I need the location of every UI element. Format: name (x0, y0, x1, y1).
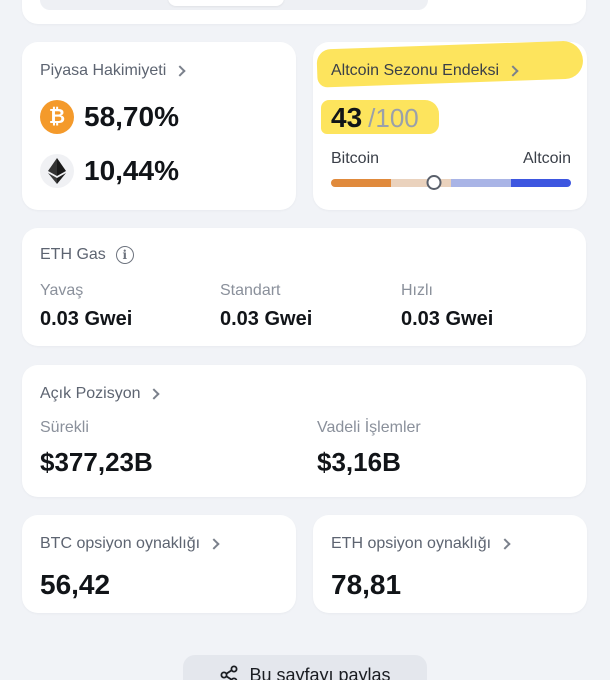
market-dominance-label: Piyasa Hakimiyeti (40, 62, 167, 79)
oi-perpetual-label: Sürekli (40, 419, 89, 436)
eth-gas-title: ETH Gas i (40, 246, 134, 264)
gauge-segment-2 (391, 179, 451, 187)
ethereum-icon (40, 154, 74, 188)
eth-gas-label: ETH Gas (40, 246, 106, 263)
score-max: /100 (368, 103, 419, 133)
btc-vol-value: 56,42 (40, 569, 111, 600)
oi-perpetual: Sürekli $377,23B (40, 419, 153, 478)
gas-standard-value: 0.03 Gwei (220, 308, 313, 330)
market-dominance-title[interactable]: Piyasa Hakimiyeti (40, 62, 186, 80)
altcoin-season-title[interactable]: Altcoin Sezonu Endeksi (331, 62, 519, 80)
eth-vol-title[interactable]: ETH opsiyon oynaklığı (331, 535, 511, 553)
gauge-indicator (426, 175, 442, 190)
info-icon[interactable]: i (115, 246, 134, 264)
gas-standard: Standart 0.03 Gwei (220, 282, 312, 331)
eth-dominance-value: 10,44% (84, 155, 179, 186)
oi-futures-value: $3,16B (317, 447, 401, 477)
segmented-control-active[interactable] (168, 0, 284, 6)
altcoin-season-label: Altcoin Sezonu Endeksi (331, 62, 500, 79)
open-interest-title[interactable]: Açık Pozisyon (40, 385, 161, 403)
btc-vol-title[interactable]: BTC opsiyon oynaklığı (40, 535, 220, 553)
gas-slow: Yavaş 0.03 Gwei (40, 282, 132, 331)
eth-vol-value: 78,81 (331, 569, 402, 600)
chevron-right-icon (499, 538, 511, 550)
altcoin-season-score: 43 /100 (331, 102, 419, 134)
altcoin-season-card[interactable]: Altcoin Sezonu Endeksi 43 /100 Bitcoin A… (313, 40, 587, 210)
gauge-segment-3 (451, 179, 511, 187)
chevron-right-icon (208, 538, 220, 550)
gas-standard-label: Standart (220, 282, 281, 299)
share-icon (220, 665, 238, 680)
gauge-segment-1 (331, 179, 391, 187)
btc-vol-label: BTC opsiyon oynaklığı (40, 535, 201, 552)
chevron-right-icon (507, 65, 519, 77)
share-page-button[interactable]: Bu sayfayı paylaş (183, 655, 427, 680)
market-dominance-card[interactable]: Piyasa Hakimiyeti ₿ 58,70% 10,44% (22, 42, 296, 210)
eth-options-volatility-card[interactable]: ETH opsiyon oynaklığı 78,81 (313, 515, 587, 613)
gas-slow-label: Yavaş (40, 282, 84, 299)
segmented-control[interactable] (40, 0, 428, 10)
top-card-partial (22, 0, 586, 24)
btc-dominance-value: 58,70% (84, 101, 179, 132)
oi-futures: Vadeli İşlemler $3,16B (317, 419, 421, 478)
gas-fast: Hızlı 0.03 Gwei (401, 282, 493, 331)
open-interest-label: Açık Pozisyon (40, 385, 141, 402)
eth-dominance-row: 10,44% (40, 154, 179, 188)
oi-futures-label: Vadeli İşlemler (317, 419, 421, 436)
chevron-right-icon (174, 65, 186, 77)
share-page-label: Bu sayfayı paylaş (249, 665, 391, 680)
gas-slow-value: 0.03 Gwei (40, 308, 133, 330)
oi-perpetual-value: $377,23B (40, 447, 153, 477)
altcoin-season-gauge (331, 179, 571, 187)
gas-fast-label: Hızlı (401, 282, 433, 299)
chevron-right-icon (148, 388, 161, 400)
eth-gas-card: ETH Gas i Yavaş 0.03 Gwei Standart 0.03 … (22, 228, 586, 346)
score-value: 43 (331, 102, 363, 133)
altcoin-label: Altcoin (522, 150, 571, 167)
gauge-segment-4 (511, 179, 571, 187)
btc-dominance-row: ₿ 58,70% (40, 100, 179, 134)
open-interest-card[interactable]: Açık Pozisyon Sürekli $377,23B Vadeli İş… (22, 365, 586, 497)
btc-options-volatility-card[interactable]: BTC opsiyon oynaklığı 56,42 (22, 515, 296, 613)
gas-fast-value: 0.03 Gwei (401, 308, 494, 330)
bitcoin-icon: ₿ (40, 100, 74, 134)
eth-vol-label: ETH opsiyon oynaklığı (331, 535, 492, 552)
bitcoin-label: Bitcoin (331, 150, 380, 167)
